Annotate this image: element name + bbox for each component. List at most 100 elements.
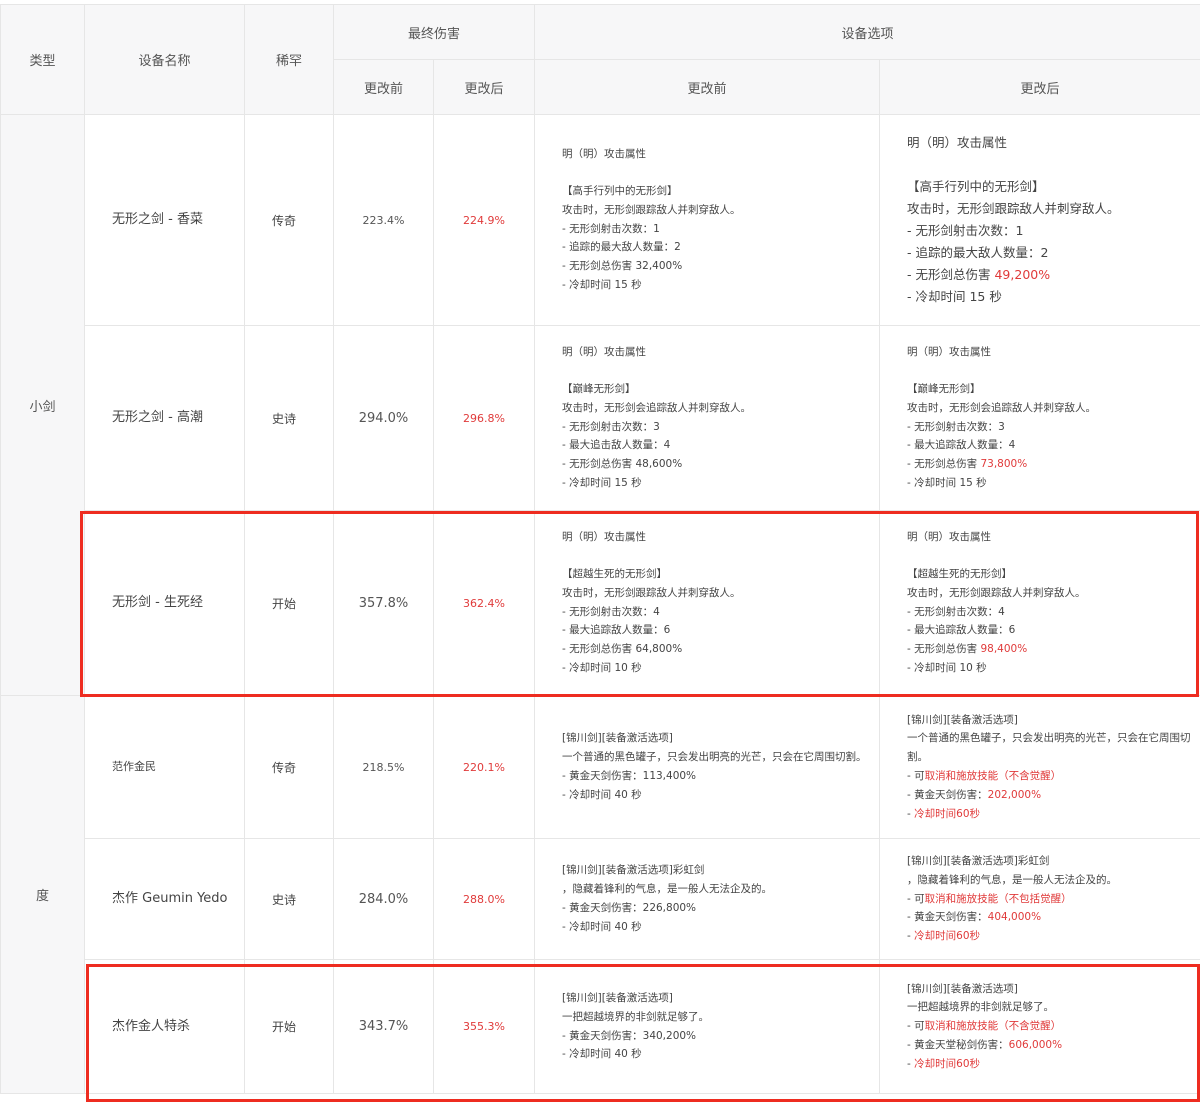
damage-before: 343.7% xyxy=(334,960,434,1094)
option-line: - 冷却时间 15 秒 xyxy=(907,474,1192,493)
rarity: 开始 xyxy=(245,511,334,696)
option-line: - 最大追击敌人数量：4 xyxy=(562,436,871,455)
option-attr: 明（明）攻击属性 xyxy=(562,528,871,547)
equipment-name: 杰作金人特杀 xyxy=(85,960,245,1094)
option-line: - 无形剑总伤害 64,800% xyxy=(562,640,871,659)
option-title: [锦川剑][装备激活选项] xyxy=(907,980,1192,999)
option-desc: 攻击时，无形剑跟踪敌人并刺穿敌人。 xyxy=(907,198,1192,220)
option-line: - 冷却时间 15 秒 xyxy=(562,276,871,295)
option-title: [锦川剑][装备激活选项]彩虹剑 xyxy=(562,861,871,880)
equipment-name: 无形剑 - 生死经 xyxy=(85,511,245,696)
option-attr: 明（明）攻击属性 xyxy=(907,132,1192,154)
option-line: - 冷却时间 40 秒 xyxy=(562,1045,871,1064)
option-line: - 黄金天剑伤害：404,000% xyxy=(907,908,1192,927)
option-line: - 可取消和施放技能（不包括觉醒） xyxy=(907,890,1192,909)
option-line: - 可取消和施放技能（不含觉醒） xyxy=(907,767,1192,786)
damage-before: 357.8% xyxy=(334,511,434,696)
equipment-name: 无形之剑 - 高潮 xyxy=(85,326,245,511)
option-desc: 攻击时，无形剑会追踪敌人并刺穿敌人。 xyxy=(562,399,871,418)
option-title: [锦川剑][装备激活选项]彩虹剑 xyxy=(907,852,1192,871)
table-row: 无形剑 - 生死经 开始 357.8% 362.4% 明（明）攻击属性 【超越生… xyxy=(1,511,1200,696)
options-before: 明（明）攻击属性 【巅峰无形剑】 攻击时，无形剑会追踪敌人并刺穿敌人。 - 无形… xyxy=(535,326,880,511)
option-desc: 攻击时，无形剑会追踪敌人并刺穿敌人。 xyxy=(907,399,1192,418)
options-after: 明（明）攻击属性 【高手行列中的无形剑】 攻击时，无形剑跟踪敌人并刺穿敌人。 -… xyxy=(880,115,1200,326)
rarity: 史诗 xyxy=(245,839,334,960)
rarity: 传奇 xyxy=(245,696,334,839)
option-title: [锦川剑][装备激活选项] xyxy=(562,989,871,1008)
option-line: - 无形剑总伤害 98,400% xyxy=(907,640,1192,659)
header-options-after: 更改后 xyxy=(880,60,1200,115)
options-before: [锦川剑][装备激活选项] 一把超越境界的非剑就足够了。 - 黄金天剑伤害：34… xyxy=(535,960,880,1094)
option-desc: 一个普通的黑色罐子，只会发出明亮的光芒，只会在它周围切割。 xyxy=(907,729,1192,767)
changed-value: 73,800% xyxy=(980,458,1027,470)
option-line: - 追踪的最大敌人数量：2 xyxy=(907,242,1192,264)
option-line: - 冷却时间60秒 xyxy=(907,1055,1192,1074)
option-attr: 明（明）攻击属性 xyxy=(562,343,871,362)
option-attr: 明（明）攻击属性 xyxy=(907,343,1192,362)
option-line: - 黄金天剑伤害：202,000% xyxy=(907,786,1192,805)
option-line: - 冷却时间 10 秒 xyxy=(562,659,871,678)
changed-value: 冷却时间60秒 xyxy=(914,1058,980,1070)
options-before: [锦川剑][装备激活选项] 一个普通的黑色罐子，只会发出明亮的光芒，只会在它周围… xyxy=(535,696,880,839)
equipment-name: 范作金民 xyxy=(85,696,245,839)
damage-after: 220.1% xyxy=(434,696,535,839)
damage-after: 288.0% xyxy=(434,839,535,960)
option-line: - 冷却时间 15 秒 xyxy=(562,474,871,493)
damage-before: 284.0% xyxy=(334,839,434,960)
options-after: [锦川剑][装备激活选项]彩虹剑 ，隐藏着锋利的气息，是一般人无法企及的。 - … xyxy=(880,839,1200,960)
changed-value: 冷却时间60秒 xyxy=(914,808,980,820)
option-line: - 无形剑射击次数：4 xyxy=(562,603,871,622)
option-desc: 一把超越境界的非剑就足够了。 xyxy=(562,1008,871,1027)
option-line: - 冷却时间 10 秒 xyxy=(907,659,1192,678)
option-title: [锦川剑][装备激活选项] xyxy=(907,711,1192,730)
option-line: - 无形剑总伤害 49,200% xyxy=(907,264,1192,286)
changed-value: 404,000% xyxy=(988,911,1041,923)
option-desc: 一个普通的黑色罐子，只会发出明亮的光芒，只会在它周围切割。 xyxy=(562,748,871,767)
damage-after: 224.9% xyxy=(434,115,535,326)
damage-before: 294.0% xyxy=(334,326,434,511)
table-row: 小剑 无形之剑 - 香菜 传奇 223.4% 224.9% 明（明）攻击属性 【… xyxy=(1,115,1200,326)
option-title: 【巅峰无形剑】 xyxy=(907,380,1192,399)
options-before: 明（明）攻击属性 【高手行列中的无形剑】 攻击时，无形剑跟踪敌人并刺穿敌人。 -… xyxy=(535,115,880,326)
option-line: - 冷却时间 40 秒 xyxy=(562,786,871,805)
changed-value: 取消和施放技能（不包括觉醒） xyxy=(925,893,1072,905)
equipment-name: 杰作 Geumin Yedo xyxy=(85,839,245,960)
changed-value: 取消和施放技能（不含觉醒） xyxy=(925,770,1062,782)
option-line: - 无形剑射击次数：1 xyxy=(907,220,1192,242)
header-final-damage: 最终伤害 xyxy=(334,5,535,60)
option-line: - 无形剑总伤害 48,600% xyxy=(562,455,871,474)
rarity: 传奇 xyxy=(245,115,334,326)
option-line: - 冷却时间60秒 xyxy=(907,805,1192,824)
option-title: 【高手行列中的无形剑】 xyxy=(562,182,871,201)
option-line: - 无形剑总伤害 32,400% xyxy=(562,257,871,276)
options-before: 明（明）攻击属性 【超越生死的无形剑】 攻击时，无形剑跟踪敌人并刺穿敌人。 - … xyxy=(535,511,880,696)
option-line: - 黄金天剑伤害：226,800% xyxy=(562,899,871,918)
option-attr: 明（明）攻击属性 xyxy=(907,528,1192,547)
damage-after: 355.3% xyxy=(434,960,535,1094)
changed-value: 202,000% xyxy=(988,789,1041,801)
option-line: - 无形剑总伤害 73,800% xyxy=(907,455,1192,474)
option-desc: 攻击时，无形剑跟踪敌人并刺穿敌人。 xyxy=(562,201,871,220)
table-row: 度 范作金民 传奇 218.5% 220.1% [锦川剑][装备激活选项] 一个… xyxy=(1,696,1200,839)
damage-after: 296.8% xyxy=(434,326,535,511)
options-after: [锦川剑][装备激活选项] 一个普通的黑色罐子，只会发出明亮的光芒，只会在它周围… xyxy=(880,696,1200,839)
table-row: 杰作 Geumin Yedo 史诗 284.0% 288.0% [锦川剑][装备… xyxy=(1,839,1200,960)
options-after: 明（明）攻击属性 【超越生死的无形剑】 攻击时，无形剑跟踪敌人并刺穿敌人。 - … xyxy=(880,511,1200,696)
header-options: 设备选项 xyxy=(535,5,1200,60)
option-line: - 追踪的最大敌人数量：2 xyxy=(562,238,871,257)
option-attr: 明（明）攻击属性 xyxy=(562,145,871,164)
group-type-cell: 小剑 xyxy=(1,115,85,696)
option-line: - 最大追踪敌人数量：6 xyxy=(907,621,1192,640)
changed-value: 取消和施放技能（不含觉醒） xyxy=(925,1020,1062,1032)
options-before: [锦川剑][装备激活选项]彩虹剑 ，隐藏着锋利的气息，是一般人无法企及的。 - … xyxy=(535,839,880,960)
changed-value: 606,000% xyxy=(1009,1039,1062,1051)
option-line: - 黄金天剑伤害：340,200% xyxy=(562,1027,871,1046)
options-after: 明（明）攻击属性 【巅峰无形剑】 攻击时，无形剑会追踪敌人并刺穿敌人。 - 无形… xyxy=(880,326,1200,511)
header-damage-before: 更改前 xyxy=(334,60,434,115)
damage-before: 218.5% xyxy=(334,696,434,839)
option-line: - 冷却时间60秒 xyxy=(907,927,1192,946)
option-line: - 冷却时间 15 秒 xyxy=(907,286,1192,308)
option-line: - 最大追踪敌人数量：6 xyxy=(562,621,871,640)
group-type-cell: 度 xyxy=(1,696,85,1094)
table-row: 无形之剑 - 高潮 史诗 294.0% 296.8% 明（明）攻击属性 【巅峰无… xyxy=(1,326,1200,511)
